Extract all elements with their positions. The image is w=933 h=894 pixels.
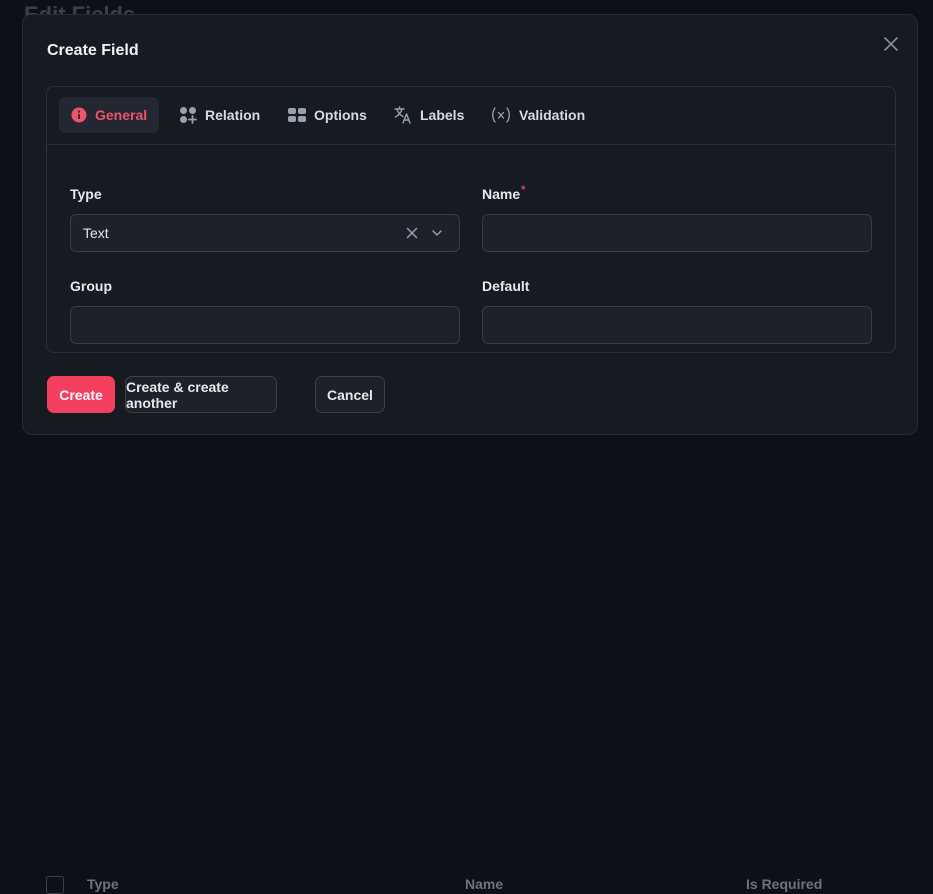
tab-options[interactable]: Options	[276, 97, 379, 133]
close-button[interactable]	[880, 33, 902, 55]
type-label: Type	[70, 186, 102, 202]
name-label-text: Name	[482, 186, 521, 202]
tab-relation[interactable]: Relation	[167, 97, 272, 133]
translate-icon	[394, 106, 411, 124]
type-select-value: Text	[83, 225, 109, 241]
column-header-name[interactable]: Name	[465, 876, 503, 892]
group-field[interactable]	[70, 306, 460, 344]
name-field[interactable]	[482, 214, 872, 252]
name-label: Name*	[482, 184, 526, 202]
tab-validation[interactable]: Validation	[479, 97, 597, 133]
field-settings-panel: General Relation Options Labels Validati…	[46, 86, 896, 353]
default-label: Default	[482, 278, 530, 294]
type-select[interactable]: Text	[70, 214, 460, 252]
type-dropdown-toggle[interactable]	[431, 226, 443, 242]
clear-selection-button[interactable]	[406, 226, 418, 242]
column-header-is-required[interactable]: Is Required	[746, 876, 822, 892]
background-table-header: Type Name Is Required	[0, 436, 933, 894]
tab-label: Relation	[205, 107, 261, 123]
create-and-create-another-button[interactable]: Create & create another	[125, 376, 277, 413]
tab-labels[interactable]: Labels	[382, 97, 476, 133]
default-field[interactable]	[482, 306, 872, 344]
close-icon	[884, 37, 898, 51]
group-label: Group	[70, 278, 112, 294]
tab-label: Validation	[519, 107, 586, 123]
tab-label: Options	[314, 107, 367, 123]
tab-label: Labels	[420, 107, 465, 123]
create-button[interactable]: Create	[47, 376, 115, 413]
required-indicator: *	[521, 184, 526, 196]
chevron-down-icon	[432, 230, 442, 236]
clear-icon	[406, 227, 418, 239]
cancel-button[interactable]: Cancel	[315, 376, 385, 413]
info-icon	[71, 107, 87, 123]
select-all-checkbox[interactable]	[46, 876, 64, 894]
dialog-title: Create Field	[47, 42, 139, 59]
column-header-type[interactable]: Type	[87, 876, 119, 892]
relation-icon	[180, 107, 197, 124]
function-icon	[492, 107, 510, 123]
tab-bar: General Relation Options Labels Validati…	[47, 87, 895, 145]
tab-general[interactable]: General	[59, 97, 160, 133]
options-icon	[288, 108, 306, 122]
create-field-dialog: Create Field General Relation Options La…	[22, 14, 918, 435]
tab-label: General	[95, 107, 148, 123]
